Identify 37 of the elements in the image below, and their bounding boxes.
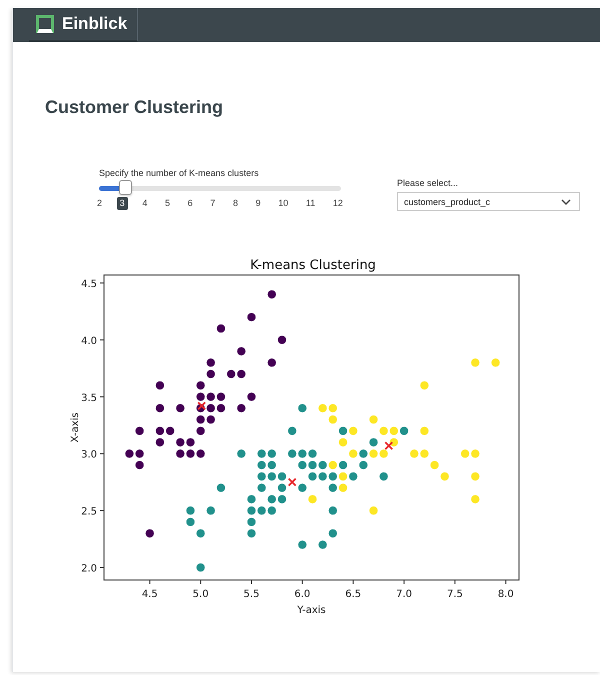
page-title: Customer Clustering xyxy=(45,96,224,118)
brand-name: Einblick xyxy=(62,14,128,34)
axis-tick-label: 4.5 xyxy=(81,278,97,290)
slider-tick-label: 8 xyxy=(232,197,239,210)
axis-tick-label: 2.0 xyxy=(81,563,97,574)
slider-tick-label: 4 xyxy=(141,197,148,210)
chart-title: K-means Clustering xyxy=(250,258,376,273)
axis-tick-label: 6.0 xyxy=(294,589,310,600)
slider-tick-label: 5 xyxy=(164,197,171,210)
axis-tick-label: 3.0 xyxy=(81,450,97,461)
slider-tick-label: 7 xyxy=(209,197,216,210)
slider-tick-label: 6 xyxy=(186,197,194,210)
axis-tick-label: 5.0 xyxy=(192,589,209,600)
dropdown-label: Please select... xyxy=(397,178,460,188)
axis-tick-label: 8.0 xyxy=(498,589,514,600)
slider-tick-label: 10 xyxy=(277,197,290,210)
axis-tick-label: 4.5 xyxy=(142,589,158,600)
axis-tick-label: 2.5 xyxy=(81,506,97,518)
logo-icon xyxy=(35,14,55,34)
dropdown-field[interactable]: customers_product_c xyxy=(397,192,580,211)
axis-tick-label: 7.5 xyxy=(446,589,463,600)
slider-tick-label: 3 xyxy=(116,197,128,210)
brand-logo[interactable]: Einblick xyxy=(29,8,138,42)
slider-tick-label: 9 xyxy=(254,197,262,210)
axis-label: Y-axis xyxy=(297,605,326,616)
axis-label: X-axis xyxy=(70,412,81,442)
slider-tick-label: 11 xyxy=(304,197,316,210)
axis-tick-label: 5.5 xyxy=(244,589,260,600)
axis-tick-label: 4.0 xyxy=(81,336,97,347)
slider-tick-label: 2 xyxy=(96,197,104,210)
slider-tick-label: 12 xyxy=(332,197,344,210)
chevron-down-icon xyxy=(561,198,571,204)
axis-tick-label: 3.5 xyxy=(81,392,97,404)
slider-label: Specify the number of K-means clusters xyxy=(99,168,260,178)
slider-thumb[interactable] xyxy=(119,180,132,195)
axis-tick-label: 6.5 xyxy=(345,589,362,600)
axis-tick-label: 7.0 xyxy=(396,589,412,600)
